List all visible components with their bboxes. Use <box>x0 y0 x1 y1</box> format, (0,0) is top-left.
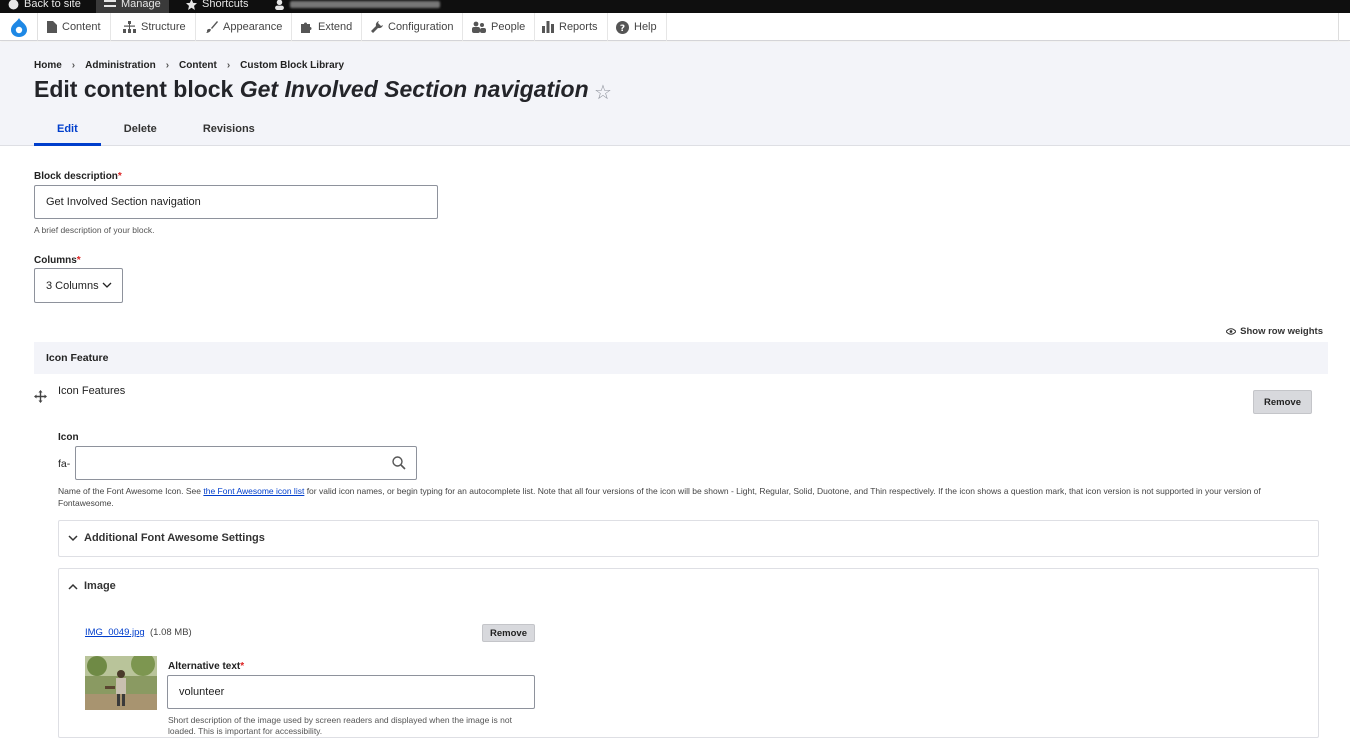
columns-select[interactable]: 3 Columns <box>34 268 123 303</box>
alt-text-input[interactable]: volunteer <box>167 675 535 709</box>
tab-revisions[interactable]: Revisions <box>180 120 278 146</box>
chevron-up-icon <box>68 583 78 590</box>
remove-image-button[interactable]: Remove <box>482 624 535 642</box>
tray-item-extend[interactable]: Extend <box>292 13 363 41</box>
icon-help-text: Name of the Font Awesome Icon. See the F… <box>58 486 1261 508</box>
image-file-link[interactable]: IMG_0049.jpg <box>85 627 145 638</box>
sitemap-icon <box>123 21 136 33</box>
tab-edit[interactable]: Edit <box>34 120 101 146</box>
chevron-down-icon <box>102 282 112 288</box>
druplicon-icon <box>10 18 27 37</box>
remove-icon-feature-button[interactable]: Remove <box>1253 390 1312 414</box>
tray-item-reports[interactable]: Reports <box>533 13 608 41</box>
breadcrumb: Home › Administration › Content › Custom… <box>34 60 344 71</box>
druplicon-home-link[interactable] <box>0 13 38 41</box>
primary-tabs: Edit Delete Revisions <box>34 120 278 146</box>
breadcrumb-administration[interactable]: Administration <box>85 60 156 71</box>
show-row-weights-button[interactable]: Show row weights <box>1226 326 1323 337</box>
user-icon <box>275 0 284 10</box>
tab-delete[interactable]: Delete <box>101 120 180 146</box>
icon-features-item-label: Icon Features <box>58 385 126 397</box>
tray-orientation-toggle[interactable] <box>1338 13 1350 41</box>
breadcrumb-separator: › <box>226 60 231 71</box>
tray-item-help[interactable]: ? Help <box>607 13 667 41</box>
back-to-site-link[interactable]: Back to site <box>0 0 89 13</box>
search-icon <box>392 456 406 470</box>
tray-item-structure[interactable]: Structure <box>114 13 196 41</box>
puzzle-icon <box>301 22 312 33</box>
columns-label: Columns* <box>34 255 81 266</box>
tray-item-content[interactable]: Content <box>38 13 111 41</box>
top-toolbar: Back to site Manage Shortcuts <box>0 0 1350 13</box>
drag-handle-icon[interactable] <box>34 390 47 408</box>
breadcrumb-home[interactable]: Home <box>34 60 62 71</box>
manage-tab[interactable]: Manage <box>96 0 169 13</box>
breadcrumb-separator: › <box>165 60 170 71</box>
paintbrush-icon <box>206 21 218 33</box>
image-file-size: (1.08 MB) <box>150 627 192 638</box>
shortcut-star-icon[interactable]: ☆ <box>594 80 612 105</box>
tray-item-appearance[interactable]: Appearance <box>197 13 293 41</box>
menu-icon <box>104 0 116 7</box>
chevron-down-icon <box>68 534 78 541</box>
page-title: Edit content block Get Involved Section … <box>34 76 589 102</box>
admin-tray: Content Structure Appearance Extend Conf… <box>0 13 1350 41</box>
alt-text-label: Alternative text* <box>168 661 245 672</box>
eye-icon <box>1226 328 1237 335</box>
user-tab[interactable] <box>266 0 448 13</box>
image-details: Image <box>58 568 1319 738</box>
tray-item-configuration[interactable]: Configuration <box>362 13 464 41</box>
additional-fa-settings-details: Additional Font Awesome Settings <box>58 520 1319 557</box>
page-header: Home › Administration › Content › Custom… <box>0 42 1350 146</box>
image-details-summary[interactable]: Image <box>68 580 116 592</box>
alt-text-help: Short description of the image used by s… <box>168 715 512 736</box>
breadcrumb-content[interactable]: Content <box>179 60 217 71</box>
breadcrumb-custom-block-library[interactable]: Custom Block Library <box>240 60 344 71</box>
shortcuts-tab[interactable]: Shortcuts <box>178 0 256 13</box>
tray-item-people[interactable]: People <box>463 13 536 41</box>
breadcrumb-separator: › <box>71 60 76 71</box>
image-thumbnail <box>85 656 157 710</box>
icon-prefix: fa- <box>58 458 71 470</box>
svg-text:?: ? <box>620 24 625 34</box>
block-description-help: A brief description of your block. <box>34 225 155 235</box>
icon-feature-table-header: Icon Feature <box>34 342 1328 374</box>
icon-autocomplete-input[interactable] <box>75 446 417 480</box>
redacted-username <box>290 0 440 8</box>
bar-chart-icon <box>542 21 554 33</box>
block-description-input[interactable]: Get Involved Section navigation <box>34 185 438 219</box>
wrench-icon <box>371 21 383 33</box>
block-description-label: Block description* <box>34 171 122 182</box>
drupal-icon <box>8 0 19 9</box>
star-icon <box>186 0 197 10</box>
people-icon <box>472 21 486 33</box>
file-icon <box>47 21 57 33</box>
font-awesome-icon-list-link[interactable]: the Font Awesome icon list <box>203 486 304 496</box>
question-icon: ? <box>616 20 629 34</box>
icon-label: Icon <box>58 432 79 443</box>
additional-fa-settings-summary[interactable]: Additional Font Awesome Settings <box>68 532 265 544</box>
